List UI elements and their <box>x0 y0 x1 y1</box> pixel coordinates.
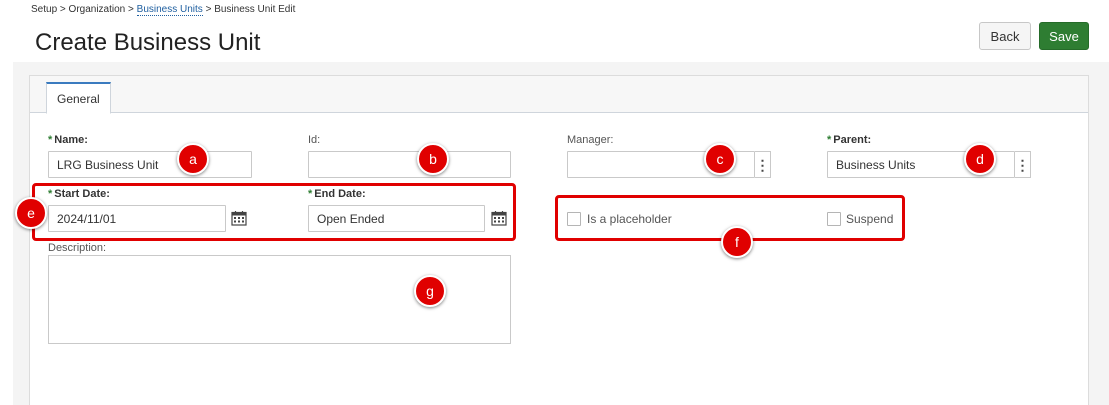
breadcrumb-organization: Organization <box>68 4 126 15</box>
annotation-badge-e: e <box>15 197 47 229</box>
breadcrumb-separator: > <box>59 4 66 15</box>
parent-label-text: Parent: <box>833 134 872 146</box>
annotation-badge-c: c <box>704 143 736 175</box>
parent-more-icon[interactable]: ⋮ <box>1015 151 1031 178</box>
name-label-text: Name: <box>54 134 88 146</box>
back-button[interactable]: Back <box>979 22 1031 50</box>
breadcrumb-current: Business Unit Edit <box>214 4 296 15</box>
annotation-badge-g: g <box>414 275 446 307</box>
name-input[interactable] <box>48 151 252 178</box>
tab-bar: General <box>30 76 1088 114</box>
id-label: Id: <box>308 134 321 146</box>
id-input[interactable] <box>308 151 511 178</box>
breadcrumb-business-units-link[interactable]: Business Units <box>136 4 203 16</box>
breadcrumb: Setup > Organization > Business Units > … <box>31 4 296 16</box>
page-title: Create Business Unit <box>35 29 261 56</box>
tab-general[interactable]: General <box>46 82 111 114</box>
name-label: * Name: <box>48 134 88 146</box>
breadcrumb-separator: > <box>128 4 134 15</box>
manager-more-icon[interactable]: ⋮ <box>755 151 771 178</box>
breadcrumb-separator: > <box>205 4 212 15</box>
required-marker: * <box>48 134 53 146</box>
save-button[interactable]: Save <box>1039 22 1089 50</box>
breadcrumb-setup: Setup <box>31 4 58 15</box>
required-marker: * <box>827 134 832 146</box>
dates-highlight-box <box>32 183 516 241</box>
manager-label: Manager: <box>567 134 614 146</box>
annotation-badge-a: a <box>177 143 209 175</box>
annotation-badge-b: b <box>417 143 449 175</box>
description-label: Description: <box>48 242 107 254</box>
annotation-badge-d: d <box>964 143 996 175</box>
annotation-badge-f: f <box>721 226 753 258</box>
parent-label: * Parent: <box>827 134 871 146</box>
